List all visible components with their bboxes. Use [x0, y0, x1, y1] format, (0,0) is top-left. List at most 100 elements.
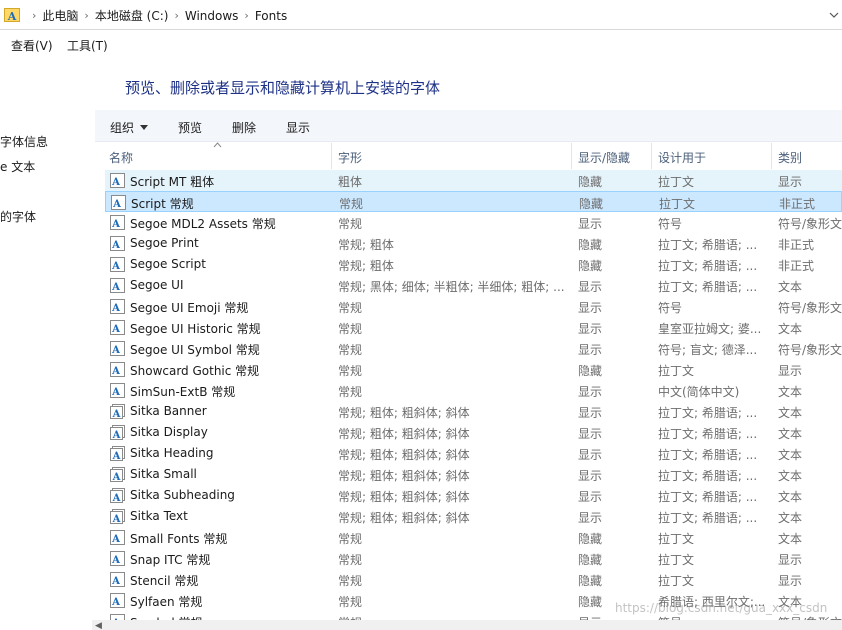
font-style: 常规: [338, 364, 363, 378]
breadcrumb-fonts[interactable]: Fonts: [255, 9, 287, 23]
font-category: 非正式: [778, 238, 815, 252]
single-font-icon: A: [110, 236, 125, 251]
svg-text:A: A: [112, 493, 121, 503]
watermark: https://blog.csdn.net/gua_xxx_csdn: [615, 601, 828, 615]
font-row[interactable]: A Sitka Small 常规; 粗体; 粗斜体; 斜体 显示 拉丁文; 希腊语; .…: [105, 464, 842, 485]
svg-text:A: A: [112, 451, 121, 461]
font-row[interactable]: A Sitka Subheading 常规; 粗体; 粗斜体; 斜体 显示 拉丁文; 希…: [105, 485, 842, 506]
font-category: 符号/象形文: [778, 217, 842, 231]
svg-text:A: A: [112, 199, 121, 210]
single-font-icon: A: [110, 341, 125, 356]
delete-button[interactable]: 删除: [232, 119, 256, 136]
font-category: 符号/象形文: [778, 301, 842, 315]
horizontal-scrollbar[interactable]: [92, 620, 842, 630]
column-divider[interactable]: [651, 143, 652, 169]
single-font-icon: A: [110, 551, 125, 566]
font-row[interactable]: A Script 常规 常规 隐藏 拉丁文 非正式: [105, 191, 842, 212]
column-divider[interactable]: [331, 143, 332, 169]
nav-text[interactable]: e 文本: [0, 158, 35, 175]
preview-button[interactable]: 预览: [178, 119, 202, 136]
breadcrumb-this-pc[interactable]: 此电脑: [42, 7, 78, 24]
font-row[interactable]: A Segoe MDL2 Assets 常规 常规 显示 符号 符号/象形文: [105, 212, 842, 233]
font-family-icon: A: [110, 425, 125, 440]
font-row[interactable]: A Segoe Print 常规; 粗体 隐藏 拉丁文; 希腊语; ... 非正式: [105, 233, 842, 254]
font-style: 常规: [338, 574, 363, 588]
font-name: Segoe UI: [130, 278, 184, 292]
column-header-designed-for[interactable]: 设计用于: [658, 149, 706, 166]
font-row[interactable]: A SimSun-ExtB 常规 常规 显示 中文(简体中文) 文本: [105, 380, 842, 401]
font-row[interactable]: A Sitka Heading 常规; 粗体; 粗斜体; 斜体 显示 拉丁文; 希腊语;…: [105, 443, 842, 464]
chevron-down-icon[interactable]: [828, 9, 840, 21]
svg-text:A: A: [111, 597, 120, 608]
font-row[interactable]: A Small Fonts 常规 常规 隐藏 拉丁文 文本: [105, 527, 842, 548]
font-visibility: 隐藏: [578, 175, 603, 189]
breadcrumb: › 此电脑 › 本地磁盘 (C:) › Windows › Fonts: [26, 7, 287, 24]
font-category: 文本: [778, 448, 803, 462]
column-header-name[interactable]: 名称: [109, 149, 133, 166]
font-category: 文本: [778, 406, 803, 420]
font-visibility: 隐藏: [578, 238, 603, 252]
breadcrumb-windows[interactable]: Windows: [185, 9, 239, 23]
font-visibility: 显示: [578, 490, 603, 504]
svg-text:A: A: [111, 324, 120, 335]
menu-tools[interactable]: 工具(T): [67, 37, 108, 54]
font-style: 常规: [338, 553, 363, 567]
nav-fonts[interactable]: 的字体: [0, 208, 36, 225]
font-row[interactable]: A Sitka Banner 常规; 粗体; 粗斜体; 斜体 显示 拉丁文; 希腊语; …: [105, 401, 842, 422]
font-family-icon: A: [110, 467, 125, 482]
column-divider[interactable]: [771, 143, 772, 169]
font-style: 常规: [338, 322, 363, 336]
column-header-style[interactable]: 字形: [338, 149, 362, 166]
font-category: 符号/象形文: [778, 343, 842, 357]
font-designed-for: 拉丁文; 希腊语; ...: [658, 511, 758, 525]
font-row[interactable]: A Sitka Display 常规; 粗体; 粗斜体; 斜体 显示 拉丁文; 希腊语;…: [105, 422, 842, 443]
font-style: 常规; 粗体; 粗斜体; 斜体: [338, 511, 470, 525]
menu-view[interactable]: 查看(V): [11, 37, 53, 54]
font-category: 非正式: [778, 259, 815, 273]
font-row[interactable]: A Showcard Gothic 常规 常规 隐藏 拉丁文 显示: [105, 359, 842, 380]
svg-text:A: A: [111, 555, 120, 566]
font-designed-for: 拉丁文; 希腊语; ...: [658, 280, 758, 294]
font-row[interactable]: A Stencil 常规 常规 隐藏 拉丁文 显示: [105, 569, 842, 590]
column-divider[interactable]: [571, 143, 572, 169]
font-designed-for: 拉丁文: [658, 553, 695, 567]
column-header-show-hide[interactable]: 显示/隐藏: [578, 149, 630, 166]
font-name: Sitka Display: [130, 425, 208, 439]
single-font-icon: A: [110, 362, 125, 377]
font-style: 常规; 粗体: [338, 238, 394, 252]
font-row[interactable]: A Segoe UI Historic 常规 常规 显示 皇室亚拉姆文; 婆... 文本: [105, 317, 842, 338]
font-designed-for: 符号; 盲文; 德泽...: [658, 343, 758, 357]
svg-text:A: A: [7, 10, 17, 22]
font-row[interactable]: A Segoe UI 常规; 黑体; 细体; 半粗体; 半细体; 粗体; ... 显示…: [105, 275, 842, 296]
font-visibility: 显示: [578, 217, 603, 231]
show-button[interactable]: 显示: [286, 119, 310, 136]
address-bar[interactable]: A › 此电脑 › 本地磁盘 (C:) › Windows › Fonts: [0, 0, 842, 30]
font-designed-for: 拉丁文; 希腊语; ...: [658, 490, 758, 504]
column-header-category[interactable]: 类别: [778, 149, 802, 166]
font-category: 文本: [778, 469, 803, 483]
font-visibility: 显示: [578, 469, 603, 483]
font-visibility: 隐藏: [579, 197, 604, 211]
font-visibility: 隐藏: [578, 532, 603, 546]
font-name: Script 常规: [131, 197, 194, 211]
chevron-right-icon[interactable]: ›: [244, 9, 248, 22]
font-name: Segoe Script: [130, 257, 206, 271]
font-style: 常规; 粗体; 粗斜体; 斜体: [338, 406, 470, 420]
organize-button[interactable]: 组织: [110, 119, 149, 136]
chevron-right-icon[interactable]: ›: [32, 9, 36, 22]
font-designed-for: 拉丁文: [658, 364, 695, 378]
font-row[interactable]: A Segoe Script 常规; 粗体 隐藏 拉丁文; 希腊语; ... 非正式: [105, 254, 842, 275]
font-row[interactable]: A Segoe UI Emoji 常规 常规 显示 符号 符号/象形文: [105, 296, 842, 317]
scroll-left-icon[interactable]: ◀: [95, 621, 102, 630]
breadcrumb-local-disk[interactable]: 本地磁盘 (C:): [95, 7, 169, 24]
font-name: Segoe UI Symbol 常规: [130, 343, 260, 357]
font-row[interactable]: A Segoe UI Symbol 常规 常规 显示 符号; 盲文; 德泽... 符号/象…: [105, 338, 842, 359]
font-designed-for: 符号: [658, 217, 683, 231]
chevron-right-icon[interactable]: ›: [84, 9, 88, 22]
font-row[interactable]: A Script MT 粗体 粗体 隐藏 拉丁文 显示: [105, 170, 842, 191]
chevron-right-icon[interactable]: ›: [174, 9, 178, 22]
svg-text:A: A: [111, 282, 120, 293]
font-row[interactable]: A Sitka Text 常规; 粗体; 粗斜体; 斜体 显示 拉丁文; 希腊语; ..…: [105, 506, 842, 527]
nav-font-info[interactable]: 字体信息: [0, 133, 48, 150]
font-row[interactable]: A Snap ITC 常规 常规 隐藏 拉丁文 显示: [105, 548, 842, 569]
